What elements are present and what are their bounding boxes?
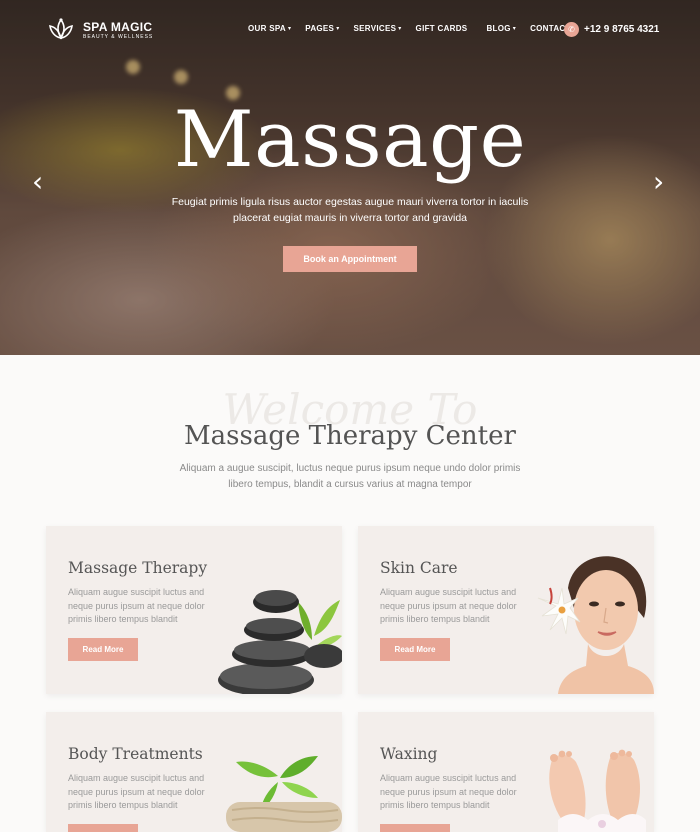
service-card-title: Waxing: [380, 745, 438, 763]
service-card-text: Aliquam augue suscipit luctus and neque …: [68, 587, 205, 624]
service-card-body-treatments: Body Treatments Aliquam augue suscipit l…: [46, 712, 342, 832]
service-card-text: Aliquam augue suscipit luctus and neque …: [68, 773, 205, 810]
caret-down-icon: ▾: [287, 26, 292, 32]
spa-stones-image: [218, 590, 342, 694]
logo[interactable]: SPA MAGIC BEAUTY & WELLNESS: [46, 16, 153, 46]
section-title: Massage Therapy Center: [184, 421, 516, 451]
nav-item-our-spa[interactable]: OUR SPA ▾: [248, 24, 291, 33]
feet-image: [549, 749, 646, 832]
lotus-logo-icon: [49, 18, 73, 40]
nav-item-services[interactable]: SERVICES ▾: [354, 24, 402, 33]
service-card-skin-care: Skin Care Aliquam augue suscipit luctus …: [358, 526, 654, 694]
read-more-button[interactable]: Read More: [68, 638, 138, 661]
nav-item-blog[interactable]: BLOG ▾: [486, 24, 516, 33]
towel-leaves-image: [226, 756, 342, 832]
hero-title: Massage: [173, 95, 527, 185]
service-card-title: Body Treatments: [68, 745, 203, 763]
caret-down-icon: ▾: [336, 26, 340, 32]
phone-contact[interactable]: ✆ +12 9 8765 4321: [564, 22, 659, 37]
phone-icon: ✆: [564, 22, 579, 37]
read-more-button[interactable]: Read More: [380, 638, 450, 661]
nav-item-gift-cards[interactable]: GIFT CARDS: [416, 24, 468, 33]
service-card-massage-therapy: Massage Therapy Aliquam augue suscipit l…: [46, 526, 342, 694]
phone-number: +12 9 8765 4321: [584, 24, 660, 35]
service-card-title: Massage Therapy: [68, 559, 208, 577]
hero-slider: SPA MAGIC BEAUTY & WELLNESS OUR SPA ▾ PAG…: [0, 0, 700, 355]
book-appointment-button[interactable]: Book an Appointment: [283, 246, 417, 272]
nav-menu: OUR SPA ▾ PAGES ▾ SERVICES ▾ GIFT CARDS BLO…: [248, 24, 576, 33]
slider-next-arrow-icon[interactable]: ›: [653, 168, 664, 196]
brand-name: SPA MAGIC: [83, 20, 153, 34]
service-card-text: Aliquam augue suscipit luctus and neque …: [380, 587, 517, 624]
section-description: Aliquam a augue suscipit, luctus neque p…: [179, 463, 521, 490]
caret-down-icon: ▾: [398, 26, 402, 32]
main-navigation: SPA MAGIC BEAUTY & WELLNESS OUR SPA ▾ PAG…: [0, 0, 700, 62]
bokeh-light: [126, 60, 140, 74]
read-more-button[interactable]: Read More: [380, 824, 450, 832]
service-card-text: Aliquam augue suscipit luctus and neque …: [380, 773, 517, 810]
woman-face-image: [537, 556, 654, 694]
slider-prev-arrow-icon[interactable]: ‹: [32, 168, 43, 196]
bokeh-light: [174, 70, 188, 84]
hero-subtitle: Feugiat primis ligula risus auctor egest…: [171, 196, 529, 224]
read-more-button[interactable]: Read More: [68, 824, 138, 832]
service-card-waxing: Waxing Aliquam augue suscipit luctus and…: [358, 712, 654, 832]
brand-tagline: BEAUTY & WELLNESS: [83, 34, 154, 40]
nav-item-pages[interactable]: PAGES ▾: [305, 24, 339, 33]
service-card-title: Skin Care: [380, 559, 458, 577]
welcome-section: Welcome To Massage Therapy Center Aliqua…: [0, 355, 700, 525]
caret-down-icon: ▾: [512, 26, 517, 32]
